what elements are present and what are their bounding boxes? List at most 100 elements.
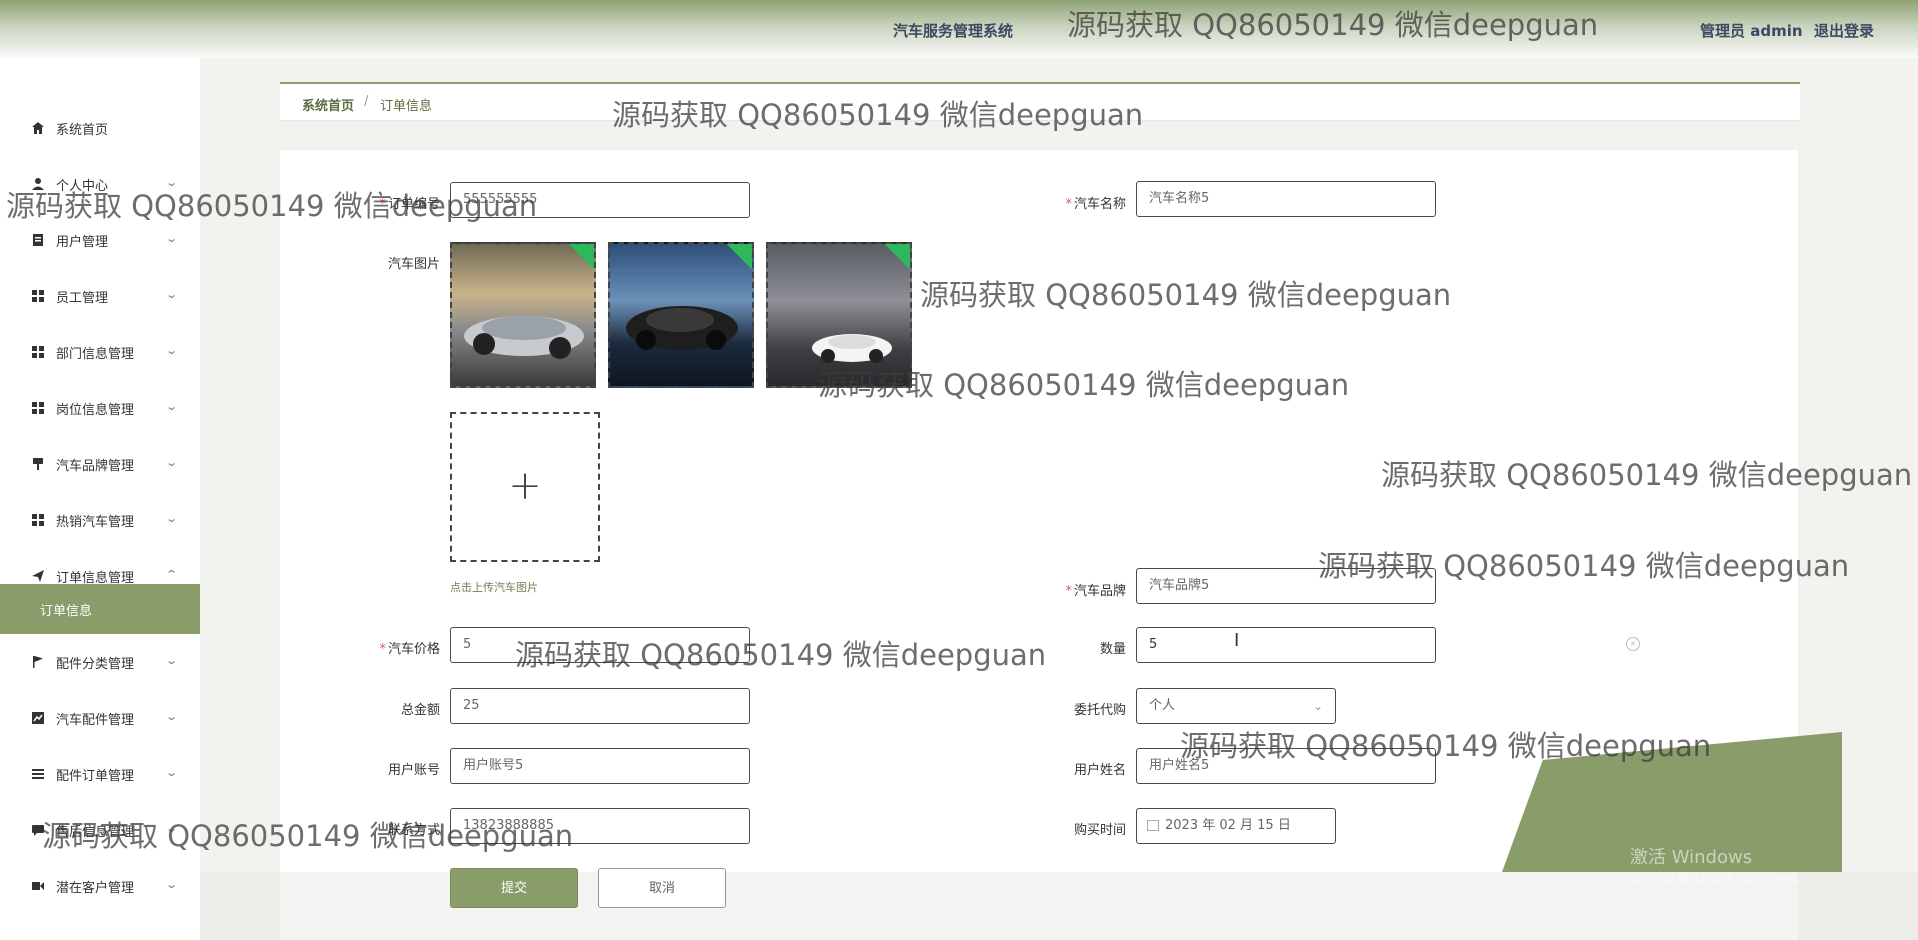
logout-link[interactable]: 退出登录	[1814, 20, 1874, 41]
user-icon	[30, 176, 46, 192]
car-brand-field[interactable]: 汽车品牌5	[1136, 568, 1436, 604]
quantity-label: 数量	[1099, 642, 1126, 657]
breadcrumb-separator: /	[364, 94, 369, 109]
required-mark: *	[379, 197, 386, 212]
video-icon	[30, 878, 46, 894]
sidebar-item-label: 岗位信息管理	[56, 403, 135, 418]
document-icon	[30, 232, 46, 248]
grid-icon	[30, 512, 46, 528]
sidebar-item-car-brands[interactable]: 汽车品牌管理 ⌄	[0, 444, 200, 484]
order-no-label: * 订单编号	[379, 197, 440, 212]
car-image	[626, 306, 738, 350]
chevron-down-icon: ⌄	[165, 822, 179, 835]
plus-icon: +	[508, 463, 542, 510]
sidebar-item-label: 热销汽车管理	[56, 515, 135, 530]
chevron-down-icon: ⌄	[165, 512, 179, 525]
breadcrumb-home-link[interactable]: 系统首页	[302, 95, 354, 114]
upload-hint: 点击上传汽车图片	[450, 581, 538, 594]
chevron-down-icon: ⌄	[165, 232, 179, 245]
sidebar-item-label: 配件订单管理	[56, 769, 135, 784]
sidebar-item-label: 用户管理	[56, 235, 109, 250]
quantity-field[interactable]: 5	[1136, 627, 1436, 663]
sidebar-subitem-label: 订单信息	[40, 604, 93, 619]
windows-activation-subtitle: 转到"设置"以激活 Windows。	[1630, 872, 1809, 887]
brush-icon	[30, 456, 46, 472]
breadcrumb-current: 订单信息	[380, 99, 433, 114]
car-price-field[interactable]: 5	[450, 627, 750, 663]
sidebar-item-after-sales[interactable]: 售后信息管理 ⌄	[0, 810, 200, 850]
sidebar-item-part-orders[interactable]: 配件订单管理 ⌄	[0, 754, 200, 794]
chevron-down-icon: ⌄	[165, 344, 179, 357]
sidebar: 系统首页 个人中心 ⌄ 用户管理 ⌄ 员工管理 ⌄ 部门信息管理 ⌄ 岗位信息管…	[0, 58, 200, 940]
car-image-thumbnail-2[interactable]	[608, 242, 754, 388]
entrust-select[interactable]: 个人 ⌄	[1136, 688, 1336, 724]
sidebar-item-car-parts[interactable]: 汽车配件管理 ⌄	[0, 698, 200, 738]
car-name-field[interactable]: 汽车名称5	[1136, 181, 1436, 217]
sidebar-item-employees[interactable]: 员工管理 ⌄	[0, 276, 200, 316]
sidebar-item-label: 潜在客户管理	[56, 881, 135, 896]
chevron-down-icon: ⌄	[165, 710, 179, 723]
chevron-down-icon: ⌄	[165, 878, 179, 891]
sidebar-item-label: 员工管理	[56, 291, 109, 306]
contact-label: 联系方式	[387, 823, 440, 838]
order-no-field[interactable]: 555555555	[450, 182, 750, 218]
required-mark: *	[379, 642, 386, 657]
entrust-selected-value: 个人	[1149, 698, 1176, 713]
chevron-down-icon: ⌄	[165, 654, 179, 667]
car-brand-label: * 汽车品牌	[1065, 584, 1126, 599]
user-account-field[interactable]: 用户账号5	[450, 748, 750, 784]
image-upload-button[interactable]: +	[450, 412, 600, 562]
grid-icon	[30, 288, 46, 304]
sidebar-item-label: 汽车品牌管理	[56, 459, 135, 474]
chevron-down-icon: ⌄	[165, 288, 179, 301]
sidebar-item-label: 系统首页	[56, 123, 109, 138]
flag-icon	[30, 654, 46, 670]
sidebar-item-part-categories[interactable]: 配件分类管理 ⌄	[0, 642, 200, 682]
contact-field[interactable]: 13823888885	[450, 808, 750, 844]
chevron-down-icon: ⌄	[165, 176, 179, 189]
list-icon	[30, 766, 46, 782]
sidebar-subitem-order-info[interactable]: 订单信息	[0, 584, 200, 634]
sidebar-item-label: 个人中心	[56, 179, 109, 194]
car-name-label: * 汽车名称	[1065, 197, 1126, 212]
chevron-up-icon: ⌃	[165, 568, 179, 581]
required-mark: *	[1065, 584, 1072, 599]
purchase-time-label: 购买时间	[1073, 823, 1126, 838]
breadcrumb: 系统首页 / 订单信息	[280, 82, 1800, 120]
chevron-down-icon: ⌄	[165, 400, 179, 413]
car-image-thumbnail-1[interactable]	[450, 242, 596, 388]
admin-label: 管理员 admin	[1700, 22, 1803, 40]
grid-icon	[30, 400, 46, 416]
sidebar-item-label: 汽车配件管理	[56, 713, 135, 728]
sidebar-item-positions[interactable]: 岗位信息管理 ⌄	[0, 388, 200, 428]
car-image	[812, 334, 892, 363]
required-mark: *	[1065, 197, 1072, 212]
system-title: 汽车服务管理系统	[893, 22, 1014, 40]
sidebar-item-hot-cars[interactable]: 热销汽车管理 ⌄	[0, 500, 200, 540]
sidebar-item-label: 配件分类管理	[56, 657, 135, 672]
car-price-label: * 汽车价格	[379, 642, 440, 657]
grid-icon	[30, 344, 46, 360]
send-icon	[30, 568, 46, 584]
sidebar-item-home[interactable]: 系统首页	[0, 108, 200, 148]
text-cursor-icon: I	[1234, 630, 1240, 651]
sidebar-item-label: 部门信息管理	[56, 347, 135, 362]
clear-icon[interactable]: ×	[1626, 637, 1640, 651]
sidebar-item-departments[interactable]: 部门信息管理 ⌄	[0, 332, 200, 372]
submit-button[interactable]: 提交	[450, 868, 578, 908]
user-account-label: 用户账号	[387, 763, 440, 778]
sidebar-item-users[interactable]: 用户管理 ⌄	[0, 220, 200, 260]
purchase-time-value: 2023 年 02 月 15 日	[1165, 818, 1291, 833]
chat-icon	[30, 822, 46, 838]
sidebar-item-label: 售后信息管理	[56, 825, 135, 840]
sidebar-item-profile[interactable]: 个人中心 ⌄	[0, 164, 200, 204]
calendar-icon	[1147, 820, 1159, 831]
car-image-thumbnail-3[interactable]	[766, 242, 912, 388]
user-name-field[interactable]: 用户姓名5	[1136, 748, 1436, 784]
car-image-label: 汽车图片	[387, 257, 440, 272]
sidebar-item-potential-customers[interactable]: 潜在客户管理 ⌄	[0, 866, 200, 906]
total-field[interactable]: 25	[450, 688, 750, 724]
home-icon	[30, 120, 46, 136]
purchase-time-field[interactable]: 2023 年 02 月 15 日	[1136, 808, 1336, 844]
cancel-button[interactable]: 取消	[598, 868, 726, 908]
